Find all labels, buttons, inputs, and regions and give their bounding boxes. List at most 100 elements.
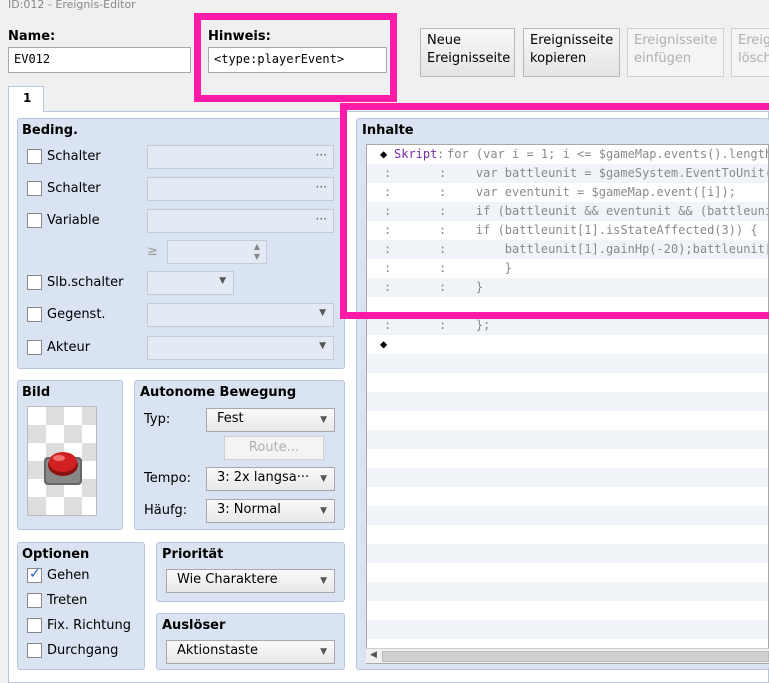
new-page-button[interactable]: Neue Ereignisseite [420, 28, 515, 77]
insert-page-button[interactable]: Ereignisseite einfügen [627, 28, 724, 77]
chevron-down-icon: ▼ [320, 647, 327, 657]
checkmark-icon: ✓ [29, 566, 41, 582]
self-switch-checkbox[interactable] [27, 275, 42, 290]
delete-page-button-line2: lösch [738, 51, 769, 66]
empty-line [367, 373, 768, 392]
name-input[interactable]: EV012 [8, 47, 191, 73]
switch1-dots[interactable]: ··· [316, 148, 327, 162]
variable-label: Variable [47, 213, 100, 228]
empty-line [367, 601, 768, 620]
actor-checkbox[interactable] [27, 340, 42, 355]
priority-title: Priorität [162, 547, 224, 562]
item-label: Gegenst. [47, 307, 106, 322]
empty-line [367, 563, 768, 582]
spinner-down-icon[interactable]: ▼ [254, 252, 260, 261]
direction-fix-checkbox[interactable] [27, 618, 42, 633]
switch1-field[interactable]: ··· [147, 145, 334, 169]
horizontal-scrollbar[interactable]: ◀ [366, 648, 769, 663]
spinner-up-icon[interactable]: ▲ [254, 242, 260, 251]
name-label: Name: [8, 29, 56, 44]
chevron-down-icon: ▼ [320, 474, 327, 484]
copy-page-button-line2: kopieren [530, 51, 587, 66]
new-page-button-line2: Ereignisseite [427, 51, 511, 66]
ge-symbol: ≥ [147, 244, 158, 259]
priority-select[interactable]: Wie Charaktere ▼ [166, 569, 335, 593]
scroll-thumb[interactable] [382, 651, 769, 662]
freq-value: 3: Normal [217, 502, 281, 517]
freq-select[interactable]: 3: Normal ▼ [206, 499, 335, 523]
trigger-select[interactable]: Aktionstaste ▼ [166, 640, 335, 664]
trigger-value: Aktionstaste [177, 643, 259, 658]
through-label: Durchgang [47, 643, 119, 658]
switch2-field[interactable]: ··· [147, 177, 334, 201]
copy-page-button[interactable]: Ereignisseite kopieren [523, 28, 620, 77]
hint-input[interactable]: <type:playerEvent> [208, 47, 387, 73]
trigger-title: Auslöser [162, 618, 226, 633]
red-button-icon [44, 452, 82, 485]
empty-line [367, 620, 768, 639]
image-title: Bild [22, 385, 51, 400]
new-page-button-line1: Neue [427, 33, 461, 48]
empty-line [367, 544, 768, 563]
empty-line [367, 411, 768, 430]
switch1-checkbox[interactable] [27, 149, 42, 164]
empty-line [367, 392, 768, 411]
chevron-down-icon: ▼ [219, 276, 226, 286]
chevron-down-icon: ▼ [319, 308, 326, 318]
switch2-label: Schalter [47, 181, 101, 196]
type-label: Typ: [144, 412, 171, 427]
scroll-left-icon[interactable]: ◀ [370, 650, 377, 660]
event-image[interactable] [27, 406, 97, 516]
insert-page-button-line1: Ereignisseite [634, 33, 718, 48]
type-select[interactable]: Fest ▼ [206, 408, 335, 432]
chevron-down-icon: ▼ [320, 415, 327, 425]
empty-line [367, 487, 768, 506]
switch1-label: Schalter [47, 149, 101, 164]
step-checkbox[interactable] [27, 593, 42, 608]
switch2-checkbox[interactable] [27, 181, 42, 196]
speed-label: Tempo: [144, 471, 191, 486]
priority-value: Wie Charaktere [177, 572, 278, 587]
type-value: Fest [217, 411, 244, 426]
item-checkbox[interactable] [27, 307, 42, 322]
variable-checkbox[interactable] [27, 213, 42, 228]
variable-value-spinner[interactable]: ▲ ▼ [167, 240, 267, 264]
walk-checkbox[interactable]: ✓ [27, 566, 42, 583]
command-line[interactable]: ◆ [367, 335, 768, 354]
empty-line [367, 525, 768, 544]
self-switch-select[interactable]: ▼ [147, 271, 234, 295]
conditions-title: Beding. [22, 123, 78, 138]
speed-value: 3: 2x langsa··· [217, 470, 310, 485]
through-checkbox[interactable] [27, 643, 42, 658]
autonomous-title: Autonome Bewegung [140, 385, 297, 400]
empty-line [367, 430, 768, 449]
window-title: ID:012 - Ereignis-Editor [8, 0, 136, 11]
chevron-down-icon: ▼ [320, 576, 327, 586]
item-select[interactable]: ▼ [147, 303, 334, 327]
chevron-down-icon: ▼ [319, 341, 326, 351]
delete-page-button[interactable]: Ereig lösch [731, 28, 769, 77]
self-switch-label: Slb.schalter [47, 275, 124, 290]
empty-line [367, 354, 768, 373]
tab-page-1[interactable]: 1 [8, 86, 44, 112]
switch2-dots[interactable]: ··· [316, 180, 327, 194]
direction-fix-label: Fix. Richtung [47, 618, 131, 633]
empty-line [367, 582, 768, 601]
step-label: Treten [47, 593, 88, 608]
variable-field[interactable]: ··· [147, 209, 334, 233]
route-button[interactable]: Route... [224, 436, 324, 460]
walk-label: Gehen [47, 568, 90, 583]
chevron-down-icon: ▼ [320, 506, 327, 516]
line-marker: ◆ [380, 337, 388, 351]
empty-line [367, 468, 768, 487]
variable-dots[interactable]: ··· [316, 212, 327, 226]
freq-label: Häufg: [144, 503, 188, 518]
empty-line [367, 449, 768, 468]
copy-page-button-line1: Ereignisseite [530, 33, 614, 48]
options-title: Optionen [22, 547, 90, 562]
delete-page-button-line1: Ereig [738, 33, 769, 48]
hint-label: Hinweis: [208, 29, 271, 44]
speed-select[interactable]: 3: 2x langsa··· ▼ [206, 467, 335, 491]
empty-line [367, 506, 768, 525]
actor-select[interactable]: ▼ [147, 336, 334, 360]
